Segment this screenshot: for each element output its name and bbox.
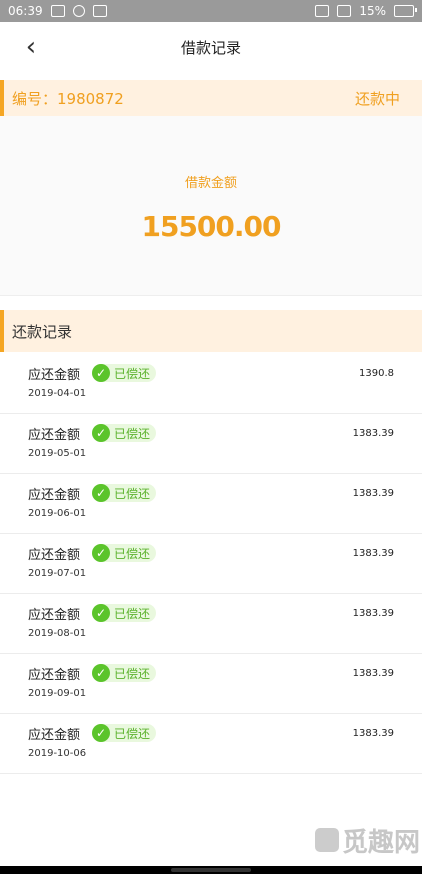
row-label: 应还金额 [28,728,81,743]
status-text: 已偿还 [114,666,151,681]
status-text: 已偿还 [114,606,151,621]
status-badge: ✓ 已偿还 [92,424,157,442]
status-text: 已偿还 [114,426,151,441]
repayment-row[interactable]: 应还金额 ✓ 已偿还 2019-10-06 1383.39 [0,714,422,774]
row-label: 应还金额 [28,668,81,683]
status-left: 06:39 [8,4,107,18]
watermark-text: 觅趣网 [341,827,420,858]
row-amount: 1383.39 [352,428,394,439]
row-label: 应还金额 [28,488,81,503]
check-circle-icon: ✓ [92,724,110,742]
repayment-row[interactable]: 应还金额 ✓ 已偿还 2019-05-01 1383.39 [0,414,422,474]
repayment-row[interactable]: 应还金额 ✓ 已偿还 2019-06-01 1383.39 [0,474,422,534]
repayment-row[interactable]: 应还金额 ✓ 已偿还 2019-04-01 1390.8 [0,354,422,414]
wifi-icon [315,5,330,17]
status-bar: 06:39 15% [0,0,422,22]
loan-info-bar: 编号：1980872 还款中 [0,80,422,116]
check-circle-icon: ✓ [92,424,110,442]
battery-icon [394,5,417,17]
status-text: 已偿还 [114,726,151,741]
chevron-left-icon: ‹ [25,32,37,62]
row-label: 应还金额 [28,548,81,563]
amount-value: 15500.00 [141,210,281,243]
status-badge: ✓ 已偿还 [92,664,157,682]
row-date: 2019-10-06 [28,748,87,759]
home-indicator[interactable] [171,868,251,872]
watermark: 觅趣网 [308,812,420,868]
check-circle-icon: ✓ [92,664,110,682]
status-text: 已偿还 [114,546,151,561]
row-date: 2019-04-01 [28,388,87,399]
check-circle-icon: ✓ [92,604,110,622]
status-badge: ✓ 已偿还 [92,604,157,622]
row-amount: 1383.39 [352,608,394,619]
row-date: 2019-07-01 [28,568,87,579]
loan-status: 还款中 [354,89,400,108]
row-amount: 1383.39 [352,548,394,559]
page-title: 借款记录 [180,38,241,57]
row-amount: 1383.39 [352,728,394,739]
row-amount: 1383.39 [352,668,394,679]
notification-icon [92,5,107,17]
amount-label: 借款金额 [184,176,237,191]
signal-icon [337,5,352,17]
check-circle-icon: ✓ [92,544,110,562]
row-label: 应还金额 [28,428,81,443]
loan-number: 编号：1980872 [12,89,124,108]
repayment-row[interactable]: 应还金额 ✓ 已偿还 2019-09-01 1383.39 [0,654,422,714]
gesture-bar [0,866,422,874]
status-text: 已偿还 [114,366,151,381]
status-badge: ✓ 已偿还 [92,724,157,742]
status-badge: ✓ 已偿还 [92,364,157,382]
nav-bar: ‹ 借款记录 [0,22,422,72]
row-amount: 1390.8 [359,368,394,379]
status-text: 已偿还 [114,486,151,501]
back-button[interactable]: ‹ [18,34,44,60]
row-label: 应还金额 [28,368,81,383]
row-label: 应还金额 [28,608,81,623]
image-icon [50,5,65,17]
watermark-logo-icon [314,828,339,852]
check-circle-icon: ✓ [92,364,110,382]
row-date: 2019-08-01 [28,628,87,639]
repayment-row[interactable]: 应还金额 ✓ 已偿还 2019-08-01 1383.39 [0,594,422,654]
row-date: 2019-05-01 [28,448,87,459]
status-right: 15% [315,4,417,18]
repayment-section-header: 还款记录 [0,310,422,352]
status-badge: ✓ 已偿还 [92,544,157,562]
check-circle-icon: ✓ [92,484,110,502]
minus-circle-icon [72,5,85,17]
loan-summary: 借款金额 15500.00 [0,116,422,296]
repayment-list: 应还金额 ✓ 已偿还 2019-04-01 1390.8 应还金额 ✓ 已偿还 … [0,354,422,774]
battery-percent: 15% [359,4,386,18]
status-badge: ✓ 已偿还 [92,484,157,502]
status-time: 06:39 [8,4,43,18]
row-amount: 1383.39 [352,488,394,499]
row-date: 2019-06-01 [28,508,87,519]
repayment-row[interactable]: 应还金额 ✓ 已偿还 2019-07-01 1383.39 [0,534,422,594]
row-date: 2019-09-01 [28,688,87,699]
